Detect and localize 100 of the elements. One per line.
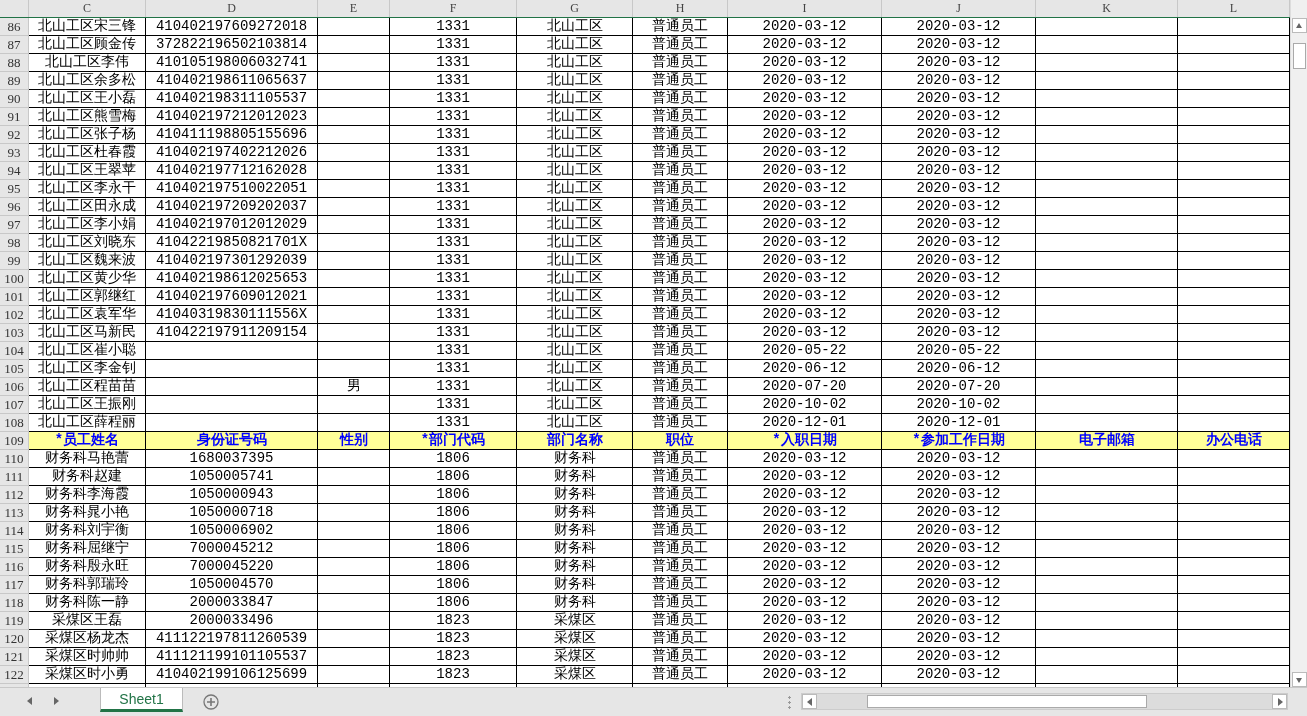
row-number[interactable]: 104 — [0, 342, 29, 360]
table-cell: 北山工区黄少华 — [29, 270, 146, 288]
row-number[interactable]: 107 — [0, 396, 29, 414]
table-cell: 2020-03-12 — [882, 576, 1036, 594]
row-number[interactable]: 92 — [0, 126, 29, 144]
row-number[interactable]: 112 — [0, 486, 29, 504]
down-arrow-icon — [1295, 675, 1303, 684]
table-cell: 2020-03-12 — [882, 450, 1036, 468]
table-cell: 2020-03-12 — [882, 468, 1036, 486]
table-cell: 410422197911209154 — [146, 324, 318, 342]
scroll-left-button[interactable] — [802, 694, 817, 709]
table-cell: 北山工区王振刚 — [29, 396, 146, 414]
table-cell: 采煤区杨龙杰 — [29, 630, 146, 648]
column-header[interactable]: J — [882, 0, 1036, 17]
row-number[interactable]: 102 — [0, 306, 29, 324]
table-cell — [318, 252, 390, 270]
table-cell: 2020-05-22 — [728, 342, 882, 360]
row-number[interactable]: 117 — [0, 576, 29, 594]
table-cell: 财务科 — [517, 468, 633, 486]
row-number[interactable]: 86 — [0, 18, 29, 36]
row-number[interactable]: 93 — [0, 144, 29, 162]
header-cell: 性别 — [318, 432, 390, 450]
sheet-tab[interactable]: Sheet1 — [100, 688, 183, 712]
column-header[interactable]: L — [1178, 0, 1290, 17]
row-number[interactable]: 108 — [0, 414, 29, 432]
column-header[interactable]: C — [29, 0, 146, 17]
column-header[interactable]: H — [633, 0, 728, 17]
row-number[interactable]: 119 — [0, 612, 29, 630]
column-header[interactable]: E — [318, 0, 390, 17]
table-cell: 北山工区 — [517, 342, 633, 360]
row-number[interactable]: 97 — [0, 216, 29, 234]
table-cell: 410402197212012023 — [146, 108, 318, 126]
table-cell: 普通员工 — [633, 198, 728, 216]
row-number[interactable]: 101 — [0, 288, 29, 306]
table-cell: 2020-03-12 — [728, 540, 882, 558]
row-number[interactable]: 105 — [0, 360, 29, 378]
vertical-scrollbar[interactable] — [1290, 0, 1307, 687]
table-cell: 2020-03-12 — [882, 72, 1036, 90]
table-cell: 财务科晁小艳 — [29, 504, 146, 522]
table-cell: 普通员工 — [633, 162, 728, 180]
table-cell — [318, 234, 390, 252]
table-cell: 1331 — [390, 198, 517, 216]
row-number[interactable]: 87 — [0, 36, 29, 54]
scroll-up-button[interactable] — [1291, 18, 1307, 33]
row-number[interactable]: 110 — [0, 450, 29, 468]
row-number[interactable]: 118 — [0, 594, 29, 612]
row-number[interactable]: 116 — [0, 558, 29, 576]
row-number[interactable]: 121 — [0, 648, 29, 666]
row-number[interactable]: 106 — [0, 378, 29, 396]
table-cell: 2020-03-12 — [728, 288, 882, 306]
column-header[interactable]: G — [517, 0, 633, 17]
table-cell: 2020-06-12 — [728, 360, 882, 378]
row-number[interactable]: 115 — [0, 540, 29, 558]
table-cell: 2020-05-22 — [882, 342, 1036, 360]
scroll-thumb[interactable] — [1292, 43, 1306, 69]
header-cell: *员工姓名 — [29, 432, 146, 450]
row-number[interactable]: 89 — [0, 72, 29, 90]
row-number[interactable]: 94 — [0, 162, 29, 180]
splitter-handle[interactable] — [788, 694, 791, 709]
table-cell: 2020-03-12 — [882, 180, 1036, 198]
row-number[interactable]: 91 — [0, 108, 29, 126]
table-cell: 普通员工 — [633, 468, 728, 486]
column-header[interactable]: D — [146, 0, 318, 17]
table-cell: 1331 — [390, 216, 517, 234]
row-number[interactable]: 98 — [0, 234, 29, 252]
scroll-right-button[interactable] — [1272, 694, 1287, 709]
table-cell: 2020-03-12 — [728, 72, 882, 90]
row-number[interactable]: 90 — [0, 90, 29, 108]
select-all-corner[interactable] — [0, 0, 29, 17]
column-header[interactable]: F — [390, 0, 517, 17]
table-cell: 北山工区 — [517, 378, 633, 396]
table-cell: 北山工区 — [517, 144, 633, 162]
table-cell: 2020-03-12 — [728, 324, 882, 342]
row-number[interactable]: 103 — [0, 324, 29, 342]
row-number[interactable]: 95 — [0, 180, 29, 198]
table-cell: 北山工区崔小聪 — [29, 342, 146, 360]
horizontal-scrollbar[interactable] — [801, 693, 1288, 710]
row-number[interactable]: 122 — [0, 666, 29, 684]
table-cell: 1331 — [390, 108, 517, 126]
table-cell: 普通员工 — [633, 234, 728, 252]
table-cell: 1331 — [390, 90, 517, 108]
table-cell: 7000045212 — [146, 540, 318, 558]
column-header[interactable]: K — [1036, 0, 1178, 17]
row-number[interactable]: 88 — [0, 54, 29, 72]
row-number[interactable]: 114 — [0, 522, 29, 540]
column-header[interactable]: I — [728, 0, 882, 17]
table-cell: 410402197510022051 — [146, 180, 318, 198]
row-number[interactable]: 109 — [0, 432, 29, 450]
header-cell: 职位 — [633, 432, 728, 450]
row-number[interactable]: 113 — [0, 504, 29, 522]
header-cell: 部门名称 — [517, 432, 633, 450]
scroll-thumb[interactable] — [867, 695, 1147, 708]
row-number[interactable]: 96 — [0, 198, 29, 216]
table-cell — [318, 504, 390, 522]
row-number[interactable]: 99 — [0, 252, 29, 270]
row-number[interactable]: 111 — [0, 468, 29, 486]
add-sheet-icon[interactable] — [203, 694, 219, 710]
row-number[interactable]: 100 — [0, 270, 29, 288]
row-number[interactable]: 120 — [0, 630, 29, 648]
scroll-down-button[interactable] — [1291, 672, 1307, 687]
